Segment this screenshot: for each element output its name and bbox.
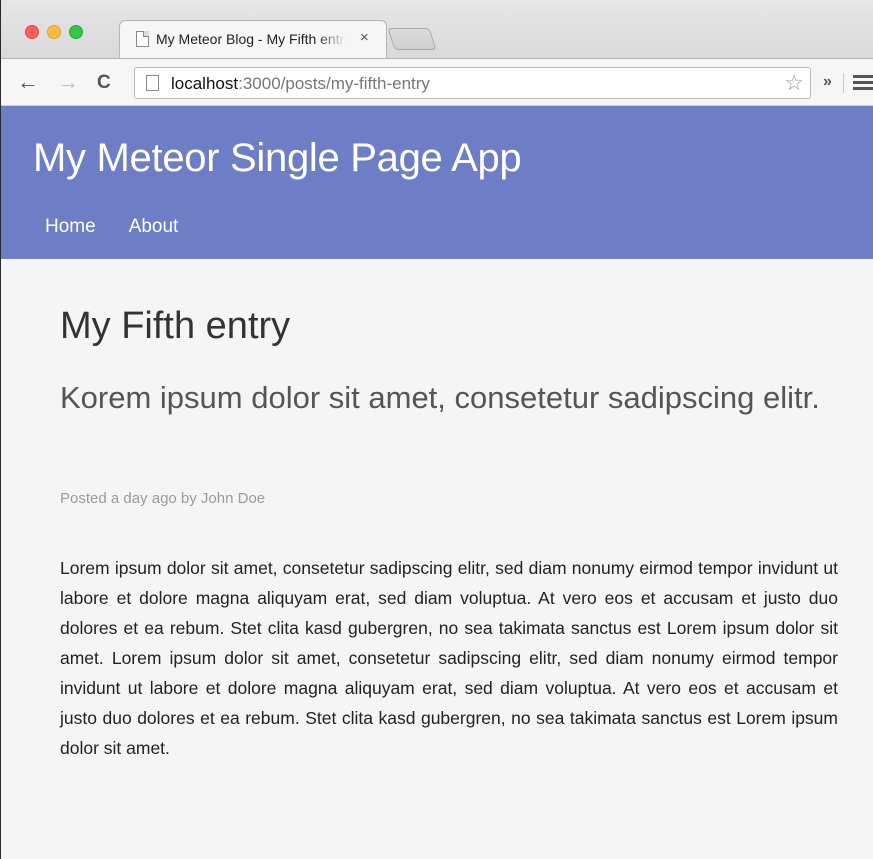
forward-arrow-icon[interactable]: → <box>57 69 79 95</box>
minimize-window-button[interactable] <box>47 25 61 39</box>
new-tab-button[interactable] <box>387 28 437 50</box>
menu-icon[interactable] <box>853 75 873 91</box>
address-bar[interactable]: localhost:3000/posts/my-fifth-entry ☆ <box>134 67 811 99</box>
app-nav: Home About <box>45 216 178 238</box>
post-content: My Fifth entry Korem ipsum dolor sit ame… <box>1 259 873 859</box>
url-text[interactable]: localhost:3000/posts/my-fifth-entry <box>171 74 430 94</box>
page-icon <box>146 75 159 91</box>
post-title: My Fifth entry <box>60 305 291 347</box>
reload-icon[interactable]: C <box>97 70 111 96</box>
toolbar-divider <box>843 73 844 93</box>
post-subtitle: Korem ipsum dolor sit amet, consetetur s… <box>60 380 820 415</box>
bookmark-star-icon[interactable]: ☆ <box>784 70 804 96</box>
browser-tab[interactable]: My Meteor Blog - My Fifth entry × <box>119 20 387 58</box>
browser-toolbar: ← → C localhost:3000/posts/my-fifth-entr… <box>1 58 873 106</box>
url-path: :3000/posts/my-fifth-entry <box>238 74 430 93</box>
zoom-window-button[interactable] <box>69 25 83 39</box>
page-icon <box>136 31 149 47</box>
close-window-button[interactable] <box>25 25 39 39</box>
post-body: Lorem ipsum dolor sit amet, consetetur s… <box>60 558 838 758</box>
post-meta: Posted a day ago by John Doe <box>60 490 266 507</box>
tab-close-icon[interactable]: × <box>360 29 369 46</box>
extensions-chevron-icon[interactable]: » <box>823 73 832 91</box>
nav-link-home[interactable]: Home <box>45 216 96 238</box>
back-arrow-icon[interactable]: ← <box>17 69 39 95</box>
tab-strip: My Meteor Blog - My Fifth entry × <box>1 0 873 58</box>
nav-link-about[interactable]: About <box>129 216 179 238</box>
app-title: My Meteor Single Page App <box>33 136 522 180</box>
browser-window: My Meteor Blog - My Fifth entry × ← → C … <box>0 0 873 859</box>
url-host: localhost <box>171 74 239 93</box>
tab-title: My Meteor Blog - My Fifth entry <box>156 31 346 47</box>
app-header: My Meteor Single Page App Home About <box>1 106 873 259</box>
